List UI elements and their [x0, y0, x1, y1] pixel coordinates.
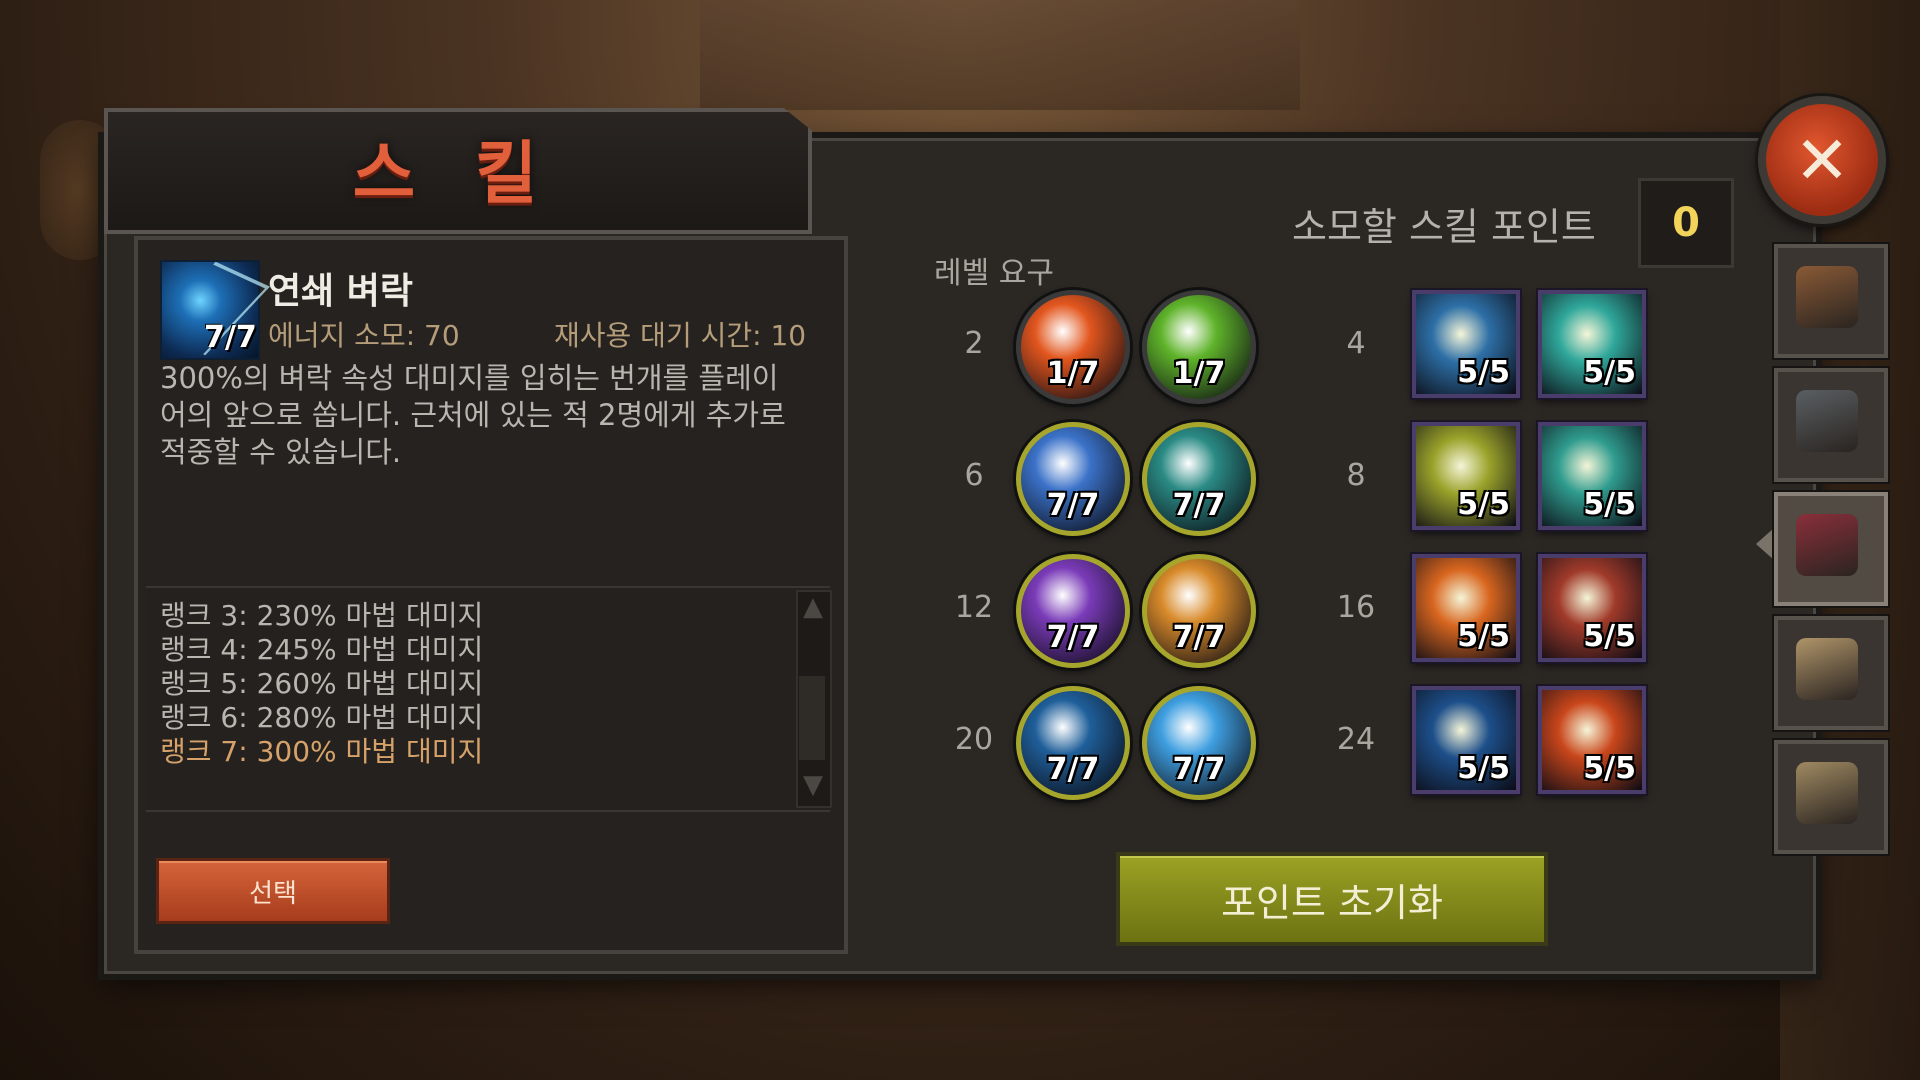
scroll-up-icon[interactable]: ▲: [800, 594, 826, 620]
mana-potion-icon[interactable]: 5/5: [1538, 422, 1646, 530]
fire-ring-icon[interactable]: 5/5: [1412, 554, 1520, 662]
scroll-down-icon[interactable]: ▼: [800, 772, 826, 798]
chain-lightning-icon[interactable]: 7/7: [1016, 686, 1130, 800]
skill-points-value: 0: [1638, 178, 1734, 268]
skill-rank: 7/7: [1172, 752, 1226, 787]
skill-points-label: 소모할 스킬 포인트: [1292, 205, 1596, 249]
skeleton-icon[interactable]: 5/5: [1538, 554, 1646, 662]
side-tab-scroll[interactable]: [1774, 616, 1888, 730]
side-tab-backpack[interactable]: [1774, 244, 1888, 358]
helmet-icon: [1796, 390, 1858, 452]
skill-rank: 5/5: [1457, 355, 1510, 390]
level-requirement: 20: [954, 722, 994, 757]
close-button[interactable]: ✕: [1758, 96, 1886, 224]
level-requirement-label: 레벨 요구: [934, 256, 1054, 291]
rank-line-current: 랭크 7: 300% 마법 대미지: [160, 735, 484, 768]
level-requirement: 16: [1336, 590, 1376, 625]
skill-rank: 5/5: [1583, 619, 1636, 654]
map-icon: [1796, 762, 1858, 824]
arcane-slash-icon[interactable]: 5/5: [1538, 290, 1646, 398]
skill-rank: 5/5: [1583, 487, 1636, 522]
detail-rank: 7/7: [204, 320, 257, 355]
cooldown: 재사용 대기 시간: 10: [554, 319, 807, 352]
level-requirement: 12: [954, 590, 994, 625]
backpack-icon: [1796, 266, 1858, 328]
energy-cost: 에너지 소모: 70: [268, 319, 460, 352]
level-requirement: 2: [964, 326, 984, 361]
scroll-icon: [1796, 638, 1858, 700]
skill-rank: 5/5: [1457, 619, 1510, 654]
golden-bolt-icon[interactable]: 5/5: [1412, 422, 1520, 530]
side-tab-spellbook[interactable]: [1774, 492, 1888, 606]
skill-name: 연쇄 벼락: [268, 271, 414, 312]
skill-rank: 1/7: [1172, 356, 1226, 391]
flame-hand-icon[interactable]: 5/5: [1538, 686, 1646, 794]
page-title: 스 킬: [352, 134, 556, 214]
shadow-orb-icon[interactable]: 7/7: [1016, 554, 1130, 668]
frost-golem-icon[interactable]: 7/7: [1016, 422, 1130, 536]
lightning-fist-icon[interactable]: 7/7: [1142, 422, 1256, 536]
skill-rank: 5/5: [1583, 751, 1636, 786]
reset-points-button[interactable]: 포인트 초기화: [1116, 852, 1548, 946]
skill-rank: 7/7: [1046, 620, 1100, 655]
skill-description: 300%의 벼락 속성 대미지를 입히는 번개를 플레이어의 앞으로 쏩니다. …: [160, 361, 786, 469]
skill-rank: 5/5: [1457, 487, 1510, 522]
skill-rank: 7/7: [1046, 752, 1100, 787]
level-requirement: 4: [1346, 326, 1366, 361]
level-requirement: 8: [1346, 458, 1366, 493]
spellbook-icon: [1796, 514, 1858, 576]
spirit-figure-icon[interactable]: 5/5: [1412, 290, 1520, 398]
level-requirement: 6: [964, 458, 984, 493]
level-requirement: 24: [1336, 722, 1376, 757]
poison-swirl-icon[interactable]: 1/7: [1142, 290, 1256, 404]
active-tab-arrow: [1756, 528, 1774, 560]
frost-beast-icon[interactable]: 5/5: [1412, 686, 1520, 794]
skill-rank: 1/7: [1046, 356, 1100, 391]
skill-rank: 7/7: [1046, 488, 1100, 523]
select-button[interactable]: 선택: [156, 858, 390, 924]
background-shelf: [700, 0, 1300, 110]
scroll-thumb[interactable]: [799, 676, 825, 760]
skill-rank: 5/5: [1583, 355, 1636, 390]
skill-rank: 7/7: [1172, 488, 1226, 523]
snowflake-icon[interactable]: 7/7: [1142, 686, 1256, 800]
fireball-icon[interactable]: 1/7: [1016, 290, 1130, 404]
skill-rank: 5/5: [1457, 751, 1510, 786]
side-tab-helmet[interactable]: [1774, 368, 1888, 482]
light-burst-icon[interactable]: 7/7: [1142, 554, 1256, 668]
side-tab-map[interactable]: [1774, 740, 1888, 854]
skill-rank: 7/7: [1172, 620, 1226, 655]
